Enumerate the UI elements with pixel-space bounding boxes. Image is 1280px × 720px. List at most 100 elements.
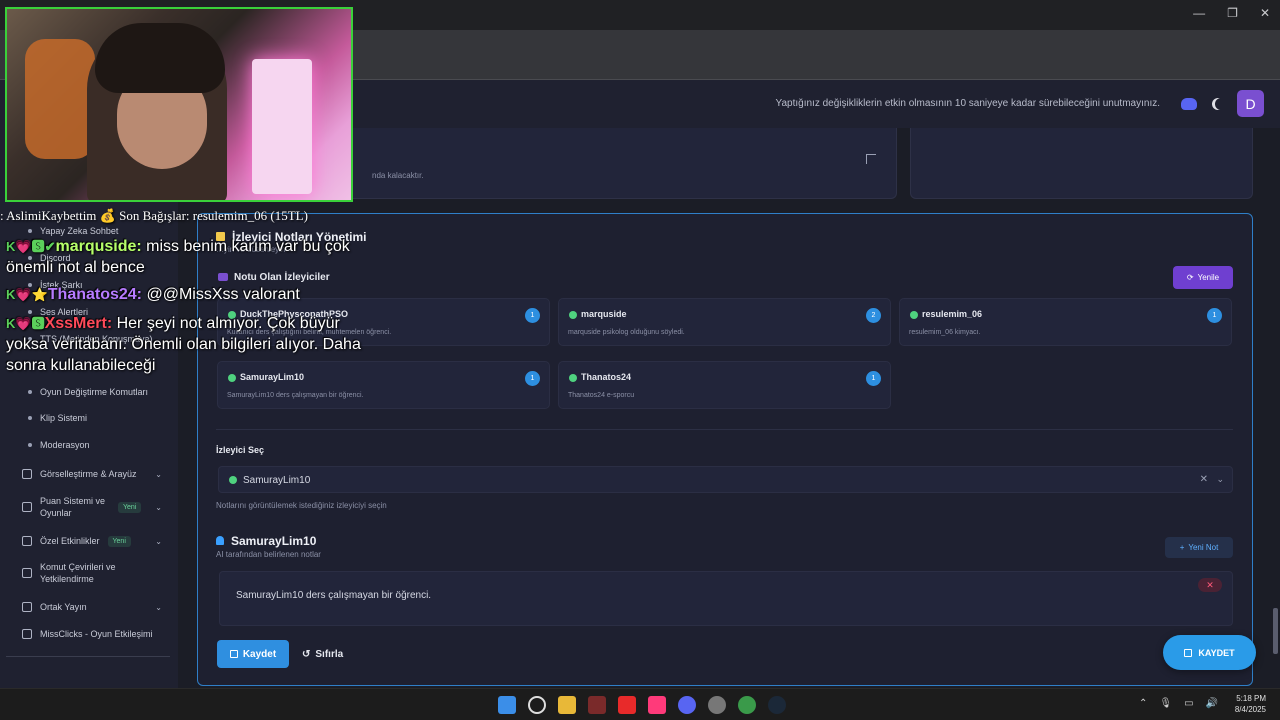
new-note-label: Yeni Not (1188, 543, 1219, 552)
theme-toggle-icon[interactable] (1215, 98, 1227, 110)
chat-badges-icon: K💗🆂✔ (6, 239, 56, 254)
youtube-icon[interactable] (618, 696, 636, 714)
chat-username: Thanatos24: (47, 286, 143, 303)
sidebar-divider (6, 656, 170, 657)
webcam-overlay (5, 7, 353, 202)
section-divider (216, 429, 1233, 430)
chevron-down-icon: ⌄ (155, 469, 162, 479)
top-card-right (910, 128, 1253, 199)
search-icon[interactable] (528, 696, 546, 714)
viewer-name: marquside (581, 309, 627, 319)
network-icon[interactable]: ▭ (1184, 698, 1193, 709)
viewer-card[interactable]: resulemim_06 resulemim_06 kimyacı. 1 (899, 298, 1232, 346)
clock-date: 8/4/2025 (1234, 705, 1266, 714)
chat-message: K💗⭐Thanatos24: @@MissXss valorant (6, 284, 361, 305)
resize-handle-icon[interactable] (866, 154, 876, 164)
windows-start-icon[interactable] (498, 696, 516, 714)
notes-heading: SamurayLim10 (231, 534, 317, 548)
sidebar-item-label: MissClicks - Oyun Etkileşimi (40, 629, 153, 639)
close-icon[interactable]: ✕ (1260, 6, 1270, 20)
sidebar-item-missclicks[interactable]: MissClicks - Oyun Etkileşimi (0, 627, 178, 641)
calendar-icon (22, 536, 32, 546)
viewer-select-value: SamurayLim10 (243, 475, 311, 486)
header-notice: Yaptığınız değişikliklerin etkin olmasın… (775, 98, 1160, 109)
sidebar-item-co-stream[interactable]: Ortak Yayın ⌄ (0, 600, 178, 614)
chat-username: marquside: (55, 238, 142, 255)
system-clock[interactable]: 5:18 PM 8/4/2025 (1235, 693, 1266, 715)
chat-message: K💗🆂✔marquside: miss benim karım var bu ç… (6, 236, 361, 278)
floating-save-label: KAYDET (1198, 647, 1235, 658)
note-text: SamurayLim10 ders çalışmayan bir öğrenci… (236, 590, 432, 601)
chat-username: XssMert: (44, 315, 113, 332)
new-note-button[interactable]: + Yeni Not (1165, 537, 1233, 558)
webcam-pc-case (252, 59, 312, 194)
note-count-badge: 1 (866, 371, 881, 386)
delete-note-icon[interactable]: ✕ (1198, 578, 1222, 592)
refresh-icon: ⟳ (1186, 273, 1194, 282)
plus-icon: + (1179, 543, 1185, 552)
sidebar-item-clip-system[interactable]: Klip Sistemi (0, 412, 178, 424)
coins-icon (22, 502, 32, 512)
viewer-note: SamurayLim10 ders çalışmayan bir öğrenci… (227, 392, 364, 399)
header-icons: D (1181, 90, 1264, 117)
gamepad-icon (22, 629, 32, 639)
floating-save-button[interactable]: KAYDET (1163, 635, 1256, 670)
clear-icon[interactable]: ✕ (1200, 474, 1208, 485)
online-status-icon (229, 476, 237, 484)
webcam-chair (25, 39, 95, 159)
sidebar-item-label: Görselleştirme & Arayüz (40, 469, 137, 479)
volume-icon[interactable]: 🔊 (1206, 698, 1218, 709)
sidebar-item-game-commands[interactable]: Oyun Değiştirme Komutları (0, 386, 178, 398)
vegas-icon[interactable] (588, 696, 606, 714)
file-explorer-icon[interactable] (558, 696, 576, 714)
sidebar-item-label: Moderasyon (40, 440, 90, 450)
refresh-button[interactable]: ⟳ Yenile (1173, 266, 1233, 289)
restore-icon[interactable]: ❐ (1227, 6, 1238, 20)
refresh-label: Yenile (1197, 273, 1220, 282)
user-icon (216, 536, 224, 545)
window-controls: — ❐ ✕ (1193, 6, 1270, 20)
discord-icon[interactable] (1181, 97, 1197, 110)
chevron-down-icon: ⌄ (155, 602, 162, 612)
sidebar-item-label: Klip Sistemi (40, 413, 88, 423)
scrollbar[interactable] (1273, 608, 1278, 654)
viewer-note: Thanatos24 e-sporcu (568, 392, 635, 399)
tray-chevron-icon[interactable]: ⌃ (1139, 698, 1147, 709)
users-icon (22, 602, 32, 612)
tiktok-icon[interactable] (648, 696, 666, 714)
note-textarea[interactable]: SamurayLim10 ders çalışmayan bir öğrenci… (219, 571, 1233, 626)
user-avatar[interactable]: D (1237, 90, 1264, 117)
viewer-note: marquside psikolog olduğunu söyledi. (568, 329, 685, 336)
undo-icon: ↺ (302, 648, 311, 660)
viewer-select-help: Notlarını görüntülemek istediğiniz izley… (216, 501, 387, 510)
sidebar-item-label: Ortak Yayın (40, 602, 87, 612)
translate-icon (22, 568, 32, 578)
chevron-down-icon: ⌄ (155, 502, 162, 512)
save-button[interactable]: Kaydet (217, 640, 289, 668)
viewer-select[interactable]: SamurayLim10 ✕ ⌄ (218, 466, 1233, 493)
top-card-text: nda kalacaktır. (372, 171, 424, 180)
webcam-hair (95, 23, 225, 93)
save-icon (229, 650, 238, 658)
palette-icon (22, 469, 32, 479)
sidebar-item-command-translations[interactable]: Komut Çevirileri ve Yetkilendirme (0, 560, 178, 586)
discord-taskbar-icon[interactable] (678, 696, 696, 714)
sidebar-item-label: Komut Çevirileri ve Yetkilendirme (40, 562, 116, 584)
sidebar-item-special-events[interactable]: Özel Etkinlikler Yeni ⌄ (0, 534, 178, 548)
microphone-icon[interactable]: 🎙 (1159, 698, 1172, 709)
chevron-down-icon[interactable]: ⌄ (1216, 474, 1224, 485)
viewer-card[interactable]: Thanatos24 Thanatos24 e-sporcu 1 (558, 361, 891, 409)
reset-label: Sıfırla (315, 648, 344, 660)
sidebar-item-points-games[interactable]: Puan Sistemi ve Oyunlar Yeni ⌄ (0, 494, 178, 520)
system-tray: ⌃ 🎙 ▭ 🔊 (1139, 698, 1218, 709)
viewer-card[interactable]: marquside marquside psikolog olduğunu sö… (558, 298, 891, 346)
sidebar-item-moderation[interactable]: Moderasyon (0, 439, 178, 451)
chat-badges-icon: K💗⭐ (6, 287, 48, 302)
steam-icon[interactable] (768, 696, 786, 714)
minimize-icon[interactable]: — (1193, 6, 1205, 20)
reset-button[interactable]: ↺ Sıfırla (302, 640, 358, 668)
online-status-icon (569, 374, 577, 382)
clock-app-icon[interactable] (708, 696, 726, 714)
sidebar-item-visualization[interactable]: Görselleştirme & Arayüz ⌄ (0, 467, 178, 481)
chrome-icon[interactable] (738, 696, 756, 714)
